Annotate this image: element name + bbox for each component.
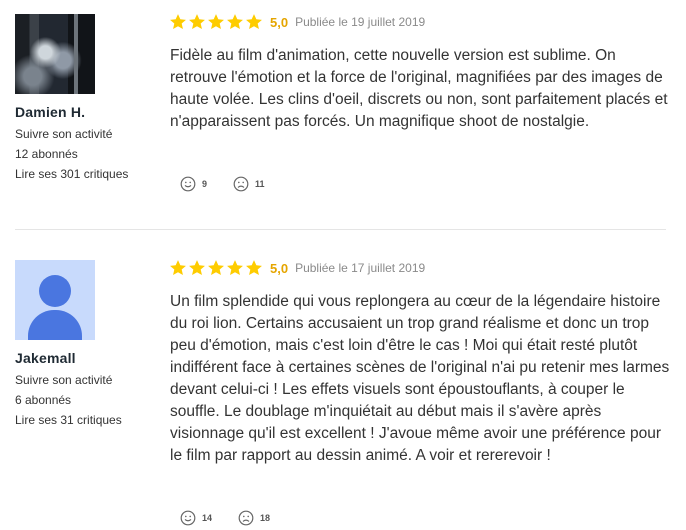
star-icon (227, 14, 243, 30)
sad-face-icon (233, 176, 249, 192)
reactions: 14 18 (180, 510, 296, 526)
follow-link[interactable]: Suivre son activité (15, 124, 112, 144)
dislike-button[interactable]: 11 (233, 176, 265, 192)
star-icon (227, 260, 243, 276)
avatar-photo-detail (74, 14, 79, 94)
dislike-count: 11 (255, 179, 265, 189)
followers-count: 12 abonnés (15, 147, 78, 161)
like-button[interactable]: 14 (180, 510, 212, 526)
rating: 5,0 Publiée le 17 juillet 2019 (169, 258, 425, 278)
star-icon (246, 14, 262, 30)
sad-face-icon (238, 510, 254, 526)
divider (15, 229, 666, 230)
smiley-icon (180, 176, 196, 192)
review-card: Jakemall Suivre son activité 6 abonnés L… (0, 246, 686, 530)
star-icon (246, 260, 262, 276)
user-name[interactable]: Damien H. (15, 104, 85, 120)
smiley-icon (180, 510, 196, 526)
user-reviews-link[interactable]: Lire ses 31 critiques (15, 410, 122, 430)
review-date: Publiée le 19 juillet 2019 (295, 15, 426, 29)
dislike-button[interactable]: 18 (238, 510, 270, 526)
followers-count: 6 abonnés (15, 393, 72, 407)
like-count: 9 (202, 179, 208, 189)
default-user-icon (39, 275, 71, 307)
review-card: Damien H. Suivre son activité 12 abonnés… (0, 0, 686, 230)
reactions: 9 11 (180, 176, 291, 192)
like-count: 14 (202, 513, 213, 523)
default-user-icon-body (28, 310, 82, 340)
star-icon (208, 14, 224, 30)
star-icon (170, 260, 186, 276)
follow-link[interactable]: Suivre son activité (15, 370, 112, 390)
rating: 5,0 Publiée le 19 juillet 2019 (169, 12, 425, 32)
star-icon (208, 260, 224, 276)
review-text: Un film splendide qui vous replongera au… (170, 293, 670, 464)
avatar[interactable] (15, 260, 95, 340)
star-icon (170, 14, 186, 30)
rating-score: 5,0 (270, 14, 289, 30)
review-text: Fidèle au film d'animation, cette nouvel… (170, 47, 668, 130)
avatar[interactable] (15, 14, 95, 94)
rating-score: 5,0 (270, 260, 289, 276)
user-name[interactable]: Jakemall (15, 350, 76, 366)
star-icon (189, 260, 205, 276)
dislike-count: 18 (260, 513, 271, 523)
like-button[interactable]: 9 (180, 176, 207, 192)
user-reviews-link[interactable]: Lire ses 301 critiques (15, 164, 128, 184)
star-icon (189, 14, 205, 30)
review-date: Publiée le 17 juillet 2019 (295, 261, 426, 275)
